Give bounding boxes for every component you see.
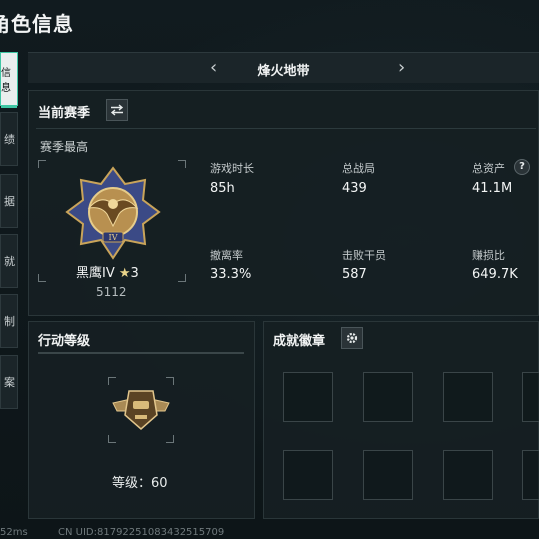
badge-slot[interactable]: [443, 372, 493, 422]
stat-assets-value: 41.1M: [472, 181, 513, 196]
swap-arrows-icon[interactable]: [106, 99, 128, 121]
rank-name: 黑鹰IV ★3: [76, 262, 139, 281]
stat-extract-rate-label: 撤离率: [210, 249, 243, 262]
sidebar-item-record[interactable]: 绩: [0, 112, 18, 166]
ping-readout: 52ms: [0, 527, 28, 538]
badge-slot[interactable]: [283, 450, 333, 500]
sidebar-item-custom[interactable]: 制: [0, 294, 18, 348]
rank-emblem-icon: IV: [65, 166, 161, 260]
star-icon: ★: [118, 266, 131, 281]
svg-text:IV: IV: [109, 233, 118, 242]
rank-score: 5112: [96, 285, 127, 299]
stat-profit-ratio-label: 赚损比: [472, 249, 505, 262]
level-label: 等级：: [112, 476, 152, 491]
divider: [36, 128, 536, 129]
level-emblem-frame: [108, 377, 174, 443]
stat-matches-label: 总战局: [342, 162, 375, 175]
stat-playtime-label: 游戏时长: [210, 162, 254, 175]
gear-icon[interactable]: [341, 327, 363, 349]
sidebar-item-archive[interactable]: 案: [0, 355, 18, 409]
badge-slot[interactable]: [522, 372, 539, 422]
badge-slot[interactable]: [522, 450, 539, 500]
uid-readout: CN UID:8179225108343251570​9: [58, 527, 225, 538]
stat-assets-label: 总资产: [472, 162, 505, 175]
level-value: 60: [151, 476, 168, 491]
sidebar-item-label: 就: [4, 255, 15, 268]
stat-extract-rate-value: 33.3%: [210, 267, 252, 282]
action-level-title: 行动等级: [38, 334, 91, 349]
stat-matches-value: 439: [342, 181, 367, 196]
rank-title: 黑鹰IV: [76, 266, 115, 281]
sidebar-item-label: 据: [4, 195, 15, 208]
season-title: 当前赛季: [38, 106, 91, 121]
sidebar-item-label: 绩: [4, 133, 15, 146]
sidebar-item-achievement[interactable]: 就: [0, 234, 18, 288]
stat-kills-value: 587: [342, 267, 367, 282]
achievements-title: 成就徽章: [273, 334, 326, 349]
map-name: 烽火地带: [257, 64, 310, 79]
sidebar-item-data[interactable]: 据: [0, 174, 18, 228]
stat-kills-label: 击败干员: [342, 249, 386, 262]
stat-profit-ratio-value: 649.7K: [472, 267, 518, 282]
badge-slot[interactable]: [443, 450, 493, 500]
level-text: 等级：60: [112, 472, 168, 491]
sidebar-item-label: 制: [4, 315, 15, 328]
badge-slot[interactable]: [363, 372, 413, 422]
season-best-label: 赛季最高: [40, 140, 89, 154]
chevron-right-icon[interactable]: ›: [398, 57, 405, 78]
divider: [38, 352, 244, 354]
sidebar-item-label: 案: [4, 376, 15, 389]
badge-slot[interactable]: [363, 450, 413, 500]
page-title: 角色信息: [0, 12, 74, 36]
sidebar-item-info[interactable]: 信息: [0, 52, 18, 108]
map-selector: ‹ 烽火地带 ›: [28, 52, 539, 83]
badge-slot[interactable]: [283, 372, 333, 422]
level-emblem-icon: [112, 390, 170, 430]
rank-stars: 3: [130, 266, 139, 281]
sidebar-item-label: 信息: [1, 68, 11, 94]
help-icon[interactable]: ?: [514, 159, 530, 175]
stat-playtime-value: 85h: [210, 181, 235, 196]
